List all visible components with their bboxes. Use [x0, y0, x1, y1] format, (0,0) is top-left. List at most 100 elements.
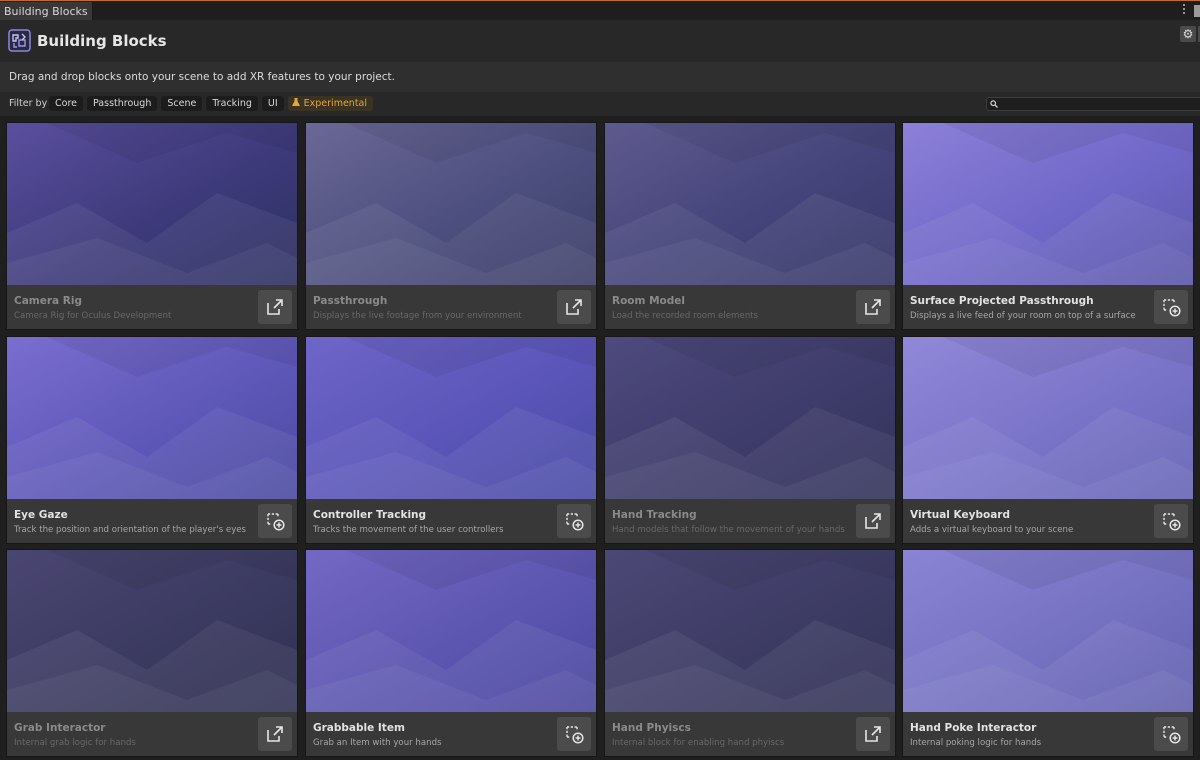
add-block-button[interactable] [557, 717, 591, 751]
block-description: Displays the live footage from your envi… [313, 311, 522, 321]
block-card[interactable]: Eye Gaze Track the position and orientati… [6, 336, 298, 544]
filter-chip-core[interactable]: Core [49, 96, 83, 111]
block-description: Internal grab logic for hands [14, 738, 136, 748]
block-card[interactable]: Hand Poke Interactor Internal poking logi… [902, 549, 1194, 757]
open-external-icon [267, 299, 283, 315]
add-block-icon [566, 726, 584, 744]
block-preview-image [605, 550, 895, 712]
open-external-icon [865, 513, 881, 529]
block-info: Hand Poke Interactor Internal poking logi… [903, 712, 1193, 756]
block-info: Passthrough Displays the live footage fro… [306, 285, 596, 329]
block-title: Room Model [612, 295, 686, 307]
block-preview-image [306, 337, 596, 499]
add-block-icon [267, 513, 285, 531]
block-card[interactable]: Room Model Load the recorded room element… [604, 122, 896, 330]
block-description: Internal block for enabling hand phyiscs [612, 738, 785, 748]
block-title: Surface Projected Passthrough [910, 295, 1094, 307]
add-block-button[interactable] [557, 504, 591, 538]
blocks-grid: Camera Rig Camera Rig for Oculus Developm… [0, 116, 1200, 760]
block-info: Hand Tracking Hand models that follow the… [605, 499, 895, 543]
open-block-button[interactable] [856, 717, 890, 751]
open-external-icon [865, 299, 881, 315]
block-info: Grab Interactor Internal grab logic for h… [7, 712, 297, 756]
block-info: Controller Tracking Tracks the movement o… [306, 499, 596, 543]
building-blocks-logo-icon [8, 29, 31, 52]
block-card[interactable]: Grabbable Item Grab an Item with your han… [305, 549, 597, 757]
block-info: Room Model Load the recorded room element… [605, 285, 895, 329]
open-block-button[interactable] [856, 504, 890, 538]
filter-chip-scene[interactable]: Scene [161, 96, 203, 111]
window-tab[interactable]: Building Blocks [0, 2, 93, 21]
block-preview-image [903, 337, 1193, 499]
block-description: Track the position and orientation of th… [14, 525, 247, 535]
block-description: Displays a live feed of your room on top… [910, 311, 1136, 321]
add-block-button[interactable] [1154, 504, 1188, 538]
block-title: Hand Phyiscs [612, 722, 691, 734]
add-block-icon [566, 513, 584, 531]
block-title: Grab Interactor [14, 722, 106, 734]
filter-label: Filter by [9, 98, 48, 109]
open-block-button[interactable] [856, 290, 890, 324]
open-external-icon [566, 299, 582, 315]
block-preview-image [903, 123, 1193, 285]
block-title: Virtual Keyboard [910, 509, 1010, 521]
filter-chip-passthrough[interactable]: Passthrough [87, 96, 158, 111]
block-card[interactable]: Virtual Keyboard Adds a virtual keyboard … [902, 336, 1194, 544]
search-input[interactable] [986, 97, 1200, 111]
more-options-icon[interactable] [1182, 4, 1186, 16]
block-card[interactable]: Camera Rig Camera Rig for Oculus Developm… [6, 122, 298, 330]
block-description: Internal poking logic for hands [910, 738, 1042, 748]
gear-icon[interactable]: ⚙ [1180, 26, 1196, 42]
block-info: Virtual Keyboard Adds a virtual keyboard … [903, 499, 1193, 543]
block-preview-image [7, 123, 297, 285]
add-block-button[interactable] [258, 504, 292, 538]
filter-chip-ui[interactable]: UI [261, 96, 284, 111]
search-icon [990, 100, 998, 108]
filter-chip-experimental-label: Experimental [303, 98, 368, 109]
filter-chip-tracking[interactable]: Tracking [206, 96, 258, 111]
block-info: Eye Gaze Track the position and orientati… [7, 499, 297, 543]
block-description: Hand models that follow the movement of … [612, 525, 845, 535]
block-card[interactable]: Controller Tracking Tracks the movement o… [305, 336, 597, 544]
block-title: Grabbable Item [313, 722, 405, 734]
add-block-icon [1163, 299, 1181, 317]
filter-chips: Core Passthrough Scene Tracking UI Exper… [49, 96, 374, 111]
block-card[interactable]: Passthrough Displays the live footage fro… [305, 122, 597, 330]
block-preview-image [7, 550, 297, 712]
block-preview-image [605, 123, 895, 285]
open-block-button[interactable] [258, 717, 292, 751]
panel-header: Building Blocks ⚙ [0, 20, 1200, 62]
open-external-icon [865, 726, 881, 742]
block-description: Camera Rig for Oculus Development [14, 311, 172, 321]
block-description: Load the recorded room elements [612, 311, 758, 321]
window-tab-bar: Building Blocks [0, 0, 1200, 21]
page-title: Building Blocks [37, 32, 167, 50]
block-preview-image [306, 550, 596, 712]
block-title: Hand Poke Interactor [910, 722, 1037, 734]
filter-bar: Filter by Core Passthrough Scene Trackin… [0, 92, 1200, 116]
block-preview-image [7, 337, 297, 499]
block-description: Adds a virtual keyboard to your scene [910, 525, 1074, 535]
block-info: Hand Phyiscs Internal block for enabling … [605, 712, 895, 756]
description-bar: Drag and drop blocks onto your scene to … [0, 62, 1200, 92]
block-title: Controller Tracking [313, 509, 427, 521]
block-preview-image [605, 337, 895, 499]
lock-icon[interactable] [1194, 5, 1200, 17]
add-block-icon [1163, 726, 1181, 744]
block-description: Grab an Item with your hands [313, 738, 442, 748]
open-block-button[interactable] [557, 290, 591, 324]
block-title: Hand Tracking [612, 509, 697, 521]
block-card[interactable]: Hand Phyiscs Internal block for enabling … [604, 549, 896, 757]
flask-icon [291, 98, 300, 106]
block-title: Passthrough [313, 295, 388, 307]
block-card[interactable]: Grab Interactor Internal grab logic for h… [6, 549, 298, 757]
block-description: Tracks the movement of the user controll… [313, 525, 504, 535]
add-block-button[interactable] [1154, 290, 1188, 324]
open-block-button[interactable] [258, 290, 292, 324]
add-block-button[interactable] [1154, 717, 1188, 751]
filter-chip-experimental[interactable]: Experimental [287, 96, 374, 111]
block-info: Grabbable Item Grab an Item with your han… [306, 712, 596, 756]
block-card[interactable]: Hand Tracking Hand models that follow the… [604, 336, 896, 544]
add-block-icon [1163, 513, 1181, 531]
block-card[interactable]: Surface Projected Passthrough Displays a … [902, 122, 1194, 330]
